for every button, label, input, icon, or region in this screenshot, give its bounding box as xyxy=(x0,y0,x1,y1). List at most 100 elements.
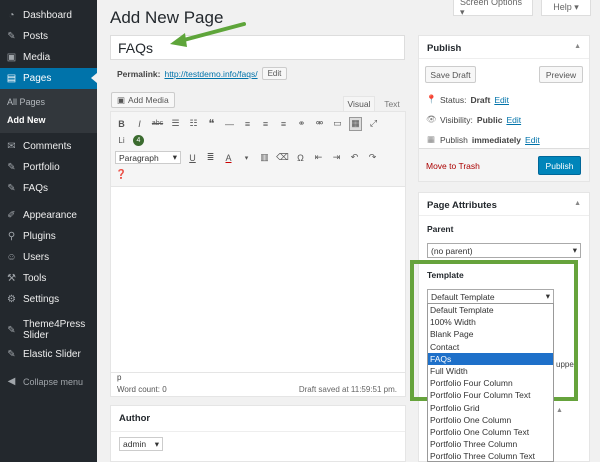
indent-icon[interactable]: ⇥ xyxy=(330,151,343,165)
italic-icon[interactable]: I xyxy=(133,117,146,131)
title-input[interactable]: FAQs xyxy=(110,35,405,60)
settings-icon: ⚙ xyxy=(7,294,16,305)
fullscreen-icon[interactable]: ⤢ xyxy=(367,117,380,131)
schedule-value: immediately xyxy=(471,134,522,145)
shortcode-icon[interactable]: Li xyxy=(115,134,128,148)
word-count: Word count: 0 xyxy=(117,385,167,394)
blockquote-icon[interactable]: ❝ xyxy=(205,117,218,131)
sidebar-item-portfolio[interactable]: ✎ Portfolio xyxy=(0,157,97,178)
sidebar-item-label: Comments xyxy=(23,141,72,152)
underline-icon[interactable]: U xyxy=(186,151,199,165)
template-option[interactable]: Blank Page xyxy=(428,328,553,340)
align-center-icon[interactable]: ≡ xyxy=(259,117,272,131)
template-option[interactable]: Full Width xyxy=(428,365,553,377)
help-button[interactable]: Help ▾ xyxy=(541,0,591,16)
sidebar-item-posts[interactable]: ✎ Posts xyxy=(0,26,97,47)
status-label: Status: xyxy=(440,94,467,105)
toolbar-toggle-icon[interactable]: ▦ xyxy=(349,116,362,131)
bold-icon[interactable]: B xyxy=(115,117,128,131)
collapse-arrow-icon[interactable]: ▲ xyxy=(574,43,581,50)
template-option[interactable]: Portfolio Three Column xyxy=(428,438,553,450)
template-option[interactable]: Contact xyxy=(428,341,553,353)
outdent-icon[interactable]: ⇤ xyxy=(312,151,325,165)
save-draft-button[interactable]: Save Draft xyxy=(425,66,476,83)
redo-icon[interactable]: ↷ xyxy=(366,151,379,165)
status-edit-link[interactable]: Edit xyxy=(494,95,509,105)
strikethrough-icon[interactable]: abc xyxy=(151,117,164,131)
template-option[interactable]: Portfolio Four Column Text xyxy=(428,389,553,401)
sidebar-item-media[interactable]: ▣ Media xyxy=(0,47,97,68)
move-to-trash-link[interactable]: Move to Trash xyxy=(426,161,480,171)
sidebar-item-appearance[interactable]: ✐ Appearance xyxy=(0,205,97,226)
content-editor[interactable]: B I abc ☰ ☷ ❝ — ≡ ≡ ≡ ⚭ ⚮ ▭ ▦ ⤢ Li 4 Par… xyxy=(110,111,406,397)
add-media-label: Add Media xyxy=(128,95,169,105)
sidebar-item-plugins[interactable]: ⚲ Plugins xyxy=(0,226,97,247)
permalink-row: Permalink: http://testdemo.info/faqs/ Ed… xyxy=(117,67,288,80)
sidebar-item-comments[interactable]: ✉ Comments xyxy=(0,136,97,157)
sidebar-item-settings[interactable]: ⚙ Settings xyxy=(0,289,97,310)
publish-button[interactable]: Publish xyxy=(538,156,581,175)
align-right-icon[interactable]: ≡ xyxy=(277,117,290,131)
sidebar-item-pages[interactable]: ▤ Pages xyxy=(0,68,97,89)
author-box-title: Author xyxy=(111,406,405,432)
paste-text-icon[interactable]: ▥ xyxy=(258,151,271,165)
parent-label: Parent xyxy=(427,224,454,234)
special-char-icon[interactable]: Ω xyxy=(294,151,307,165)
sidebar-item-elastic-slider[interactable]: ✎ Elastic Slider xyxy=(0,344,97,365)
collapse-arrow-icon[interactable]: ▲ xyxy=(574,200,581,207)
sidebar-item-dashboard[interactable]: ◔ Dashboard xyxy=(0,5,97,26)
help-icon[interactable]: ❓ xyxy=(115,168,128,182)
screen-options-button[interactable]: Screen Options ▾ xyxy=(453,0,533,17)
format-select[interactable]: Paragraph ▾ xyxy=(115,151,181,164)
status-row: 📍 Status: Draft Edit xyxy=(426,94,509,105)
template-dropdown-list[interactable]: Default Template 100% Width Blank Page Cont… xyxy=(427,303,554,462)
template-option[interactable]: 100% Width xyxy=(428,316,553,328)
numbered-list-icon[interactable]: ☷ xyxy=(187,117,200,131)
template-option[interactable]: Portfolio Four Column xyxy=(428,377,553,389)
sidebar-item-theme4press-slider[interactable]: ✎ Theme4Press Slider xyxy=(0,316,97,344)
parent-select[interactable]: (no parent) ▾ xyxy=(427,243,581,258)
clear-formatting-icon[interactable]: ⌫ xyxy=(276,151,289,165)
submenu-add-new[interactable]: Add New xyxy=(0,111,97,129)
sidebar-item-label: Plugins xyxy=(23,231,56,242)
link-icon[interactable]: ⚭ xyxy=(295,117,308,131)
pin-icon: ✎ xyxy=(7,31,16,42)
add-media-button[interactable]: ▣ Add Media xyxy=(111,92,175,108)
permalink-link[interactable]: http://testdemo.info/faqs/ xyxy=(164,69,257,79)
sidebar-item-collapse-menu[interactable]: ◀ Collapse menu xyxy=(0,371,97,392)
justify-icon[interactable]: ≣ xyxy=(204,151,217,165)
text-color-icon[interactable]: A xyxy=(222,151,235,165)
submenu-all-pages[interactable]: All Pages xyxy=(0,93,97,111)
sidebar-item-users[interactable]: ☺ Users xyxy=(0,247,97,268)
pin-icon: ✎ xyxy=(7,162,16,173)
undo-icon[interactable]: ↶ xyxy=(348,151,361,165)
template-option[interactable]: Portfolio Grid xyxy=(428,402,553,414)
text-color-dropdown-icon[interactable]: ▾ xyxy=(240,151,253,165)
template-option[interactable]: FAQs xyxy=(428,352,553,365)
align-left-icon[interactable]: ≡ xyxy=(241,117,254,131)
template-option[interactable]: Portfolio One Column xyxy=(428,414,553,426)
collapse-arrow-icon[interactable]: ▲ xyxy=(556,407,563,414)
preview-button[interactable]: Preview xyxy=(539,66,583,83)
unlink-icon[interactable]: ⚮ xyxy=(313,117,326,131)
permalink-edit-button[interactable]: Edit xyxy=(261,67,288,80)
sidebar-item-label: Tools xyxy=(23,273,47,284)
sidebar-item-label: Posts xyxy=(23,31,49,42)
visibility-edit-link[interactable]: Edit xyxy=(506,115,521,125)
tab-visual[interactable]: Visual xyxy=(343,96,375,111)
schedule-edit-link[interactable]: Edit xyxy=(525,135,540,145)
template-option[interactable]: Portfolio Three Column Text xyxy=(428,450,553,462)
bullet-list-icon[interactable]: ☰ xyxy=(169,117,182,131)
author-box: Author admin ▾ xyxy=(110,405,406,462)
template-option[interactable]: Default Template xyxy=(428,304,553,316)
publish-actions: Move to Trash Publish xyxy=(419,148,589,181)
sidebar-item-faqs[interactable]: ✎ FAQs xyxy=(0,178,97,199)
author-select[interactable]: admin ▾ xyxy=(119,437,163,451)
sidebar-item-tools[interactable]: ⚒ Tools xyxy=(0,268,97,289)
template-option[interactable]: Portfolio One Column Text xyxy=(428,426,553,438)
horizontal-line-icon[interactable]: — xyxy=(223,117,236,131)
badge-icon[interactable]: 4 xyxy=(133,135,144,146)
tab-text[interactable]: Text xyxy=(378,96,406,111)
read-more-icon[interactable]: ▭ xyxy=(331,117,344,131)
schedule-label: Publish xyxy=(440,134,468,145)
